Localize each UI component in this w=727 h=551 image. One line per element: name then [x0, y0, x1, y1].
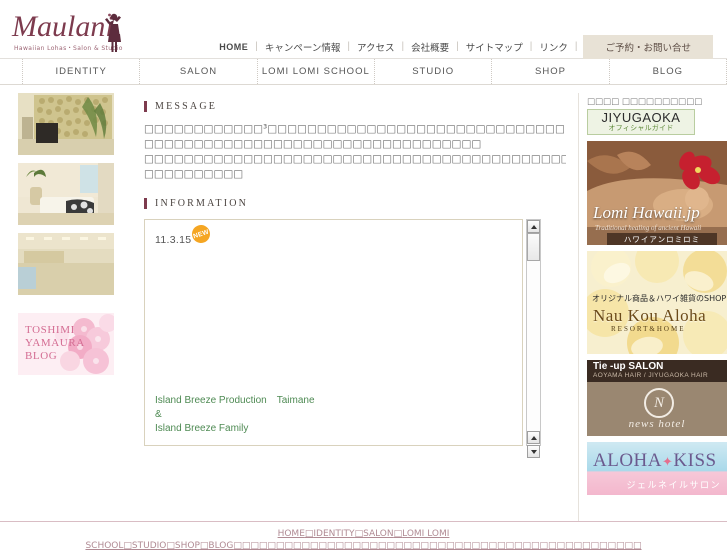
aloha-kiss-title: ALOHA✦KISS — [593, 450, 717, 472]
nau-kou-aloha-subtitle: RESORT&HOME — [611, 325, 686, 333]
blog-banner-line2: YAMAURA — [25, 337, 85, 349]
footer-separator: □ — [354, 529, 364, 539]
treatment-room-photo[interactable] — [18, 163, 114, 225]
aloha-kiss-title-b: KISS — [673, 450, 717, 471]
information-box: 11.3.15 NEW Island Breeze Production Tai… — [144, 219, 523, 446]
topnav-separator: | — [574, 41, 578, 52]
message-line: □□□□□□□□□□□□□□□□□□□□□□□□□□□□□□□□□□□□□□□□… — [144, 153, 566, 165]
jiyugaoka-subtitle: オフィシャルガイド — [608, 124, 674, 132]
blog-banner-text: TOSHIMI YAMAURA BLOG — [25, 324, 85, 363]
information-scrollbar[interactable] — [526, 219, 541, 446]
topnav-item-sitemap[interactable]: サイトマップ — [459, 40, 530, 54]
nau-kou-aloha-shop-banner[interactable]: オリジナル商品＆ハワイ雑貨のSHOP Nau Kou Aloha RESORT&… — [587, 251, 727, 354]
information-heading: INFORMATION — [144, 198, 566, 209]
hula-dancer-icon — [105, 13, 121, 52]
tie-up-salon-news-hotel-banner[interactable]: Tie -up SALON AOYAMA HAIR / JIYUGAOKA HA… — [587, 360, 727, 436]
news-hotel-brand: news hotel — [628, 418, 686, 430]
aloha-kiss-diamond-icon: ✦ — [662, 454, 674, 469]
footer-link-shop[interactable]: SHOP — [175, 541, 200, 551]
footer-separator: □ — [166, 541, 175, 551]
news-hotel-mark-icon: N — [644, 388, 674, 418]
new-badge: NEW — [189, 222, 213, 246]
right-sidebar: □□□□ □□□□□□□□□□ JIYUGAOKA オフィシャルガイド Lomi… — [579, 93, 727, 525]
message-line: □□□□□□□□□□□□□□□□□□□□□□□□□□□□□□□□□□ — [144, 138, 482, 150]
topnav-item-access[interactable]: アクセス — [350, 40, 402, 54]
footer-tail-text: □□□□□□□□□□□□□□□□□□□□□□□□□□□□□□□□□□□□□□□□… — [233, 541, 642, 551]
scroll-down-arrow-icon[interactable] — [527, 445, 540, 458]
footer-separator: □ — [393, 529, 403, 539]
toshimi-yamaura-blog-banner[interactable]: TOSHIMI YAMAURA BLOG — [18, 313, 114, 375]
tie-up-subtitle: AOYAMA HAIR / JIYUGAOKA HAIR — [593, 372, 709, 379]
secondary-scroll-arrows[interactable] — [527, 431, 542, 459]
nav-item-studio[interactable]: STUDIO — [373, 59, 491, 84]
site-footer: HOME□IDENTITY□SALON□LOMI LOMI SCHOOL□STU… — [0, 521, 727, 551]
nav-item-lomi-lomi-school[interactable]: LOMI LOMI SCHOOL — [256, 59, 374, 84]
information-body-line: & — [155, 409, 162, 420]
lomi-hawaii-subtitle: Traditional healing of ancient Hawaii — [595, 224, 702, 232]
lomi-hawaii-strip: ハワイアンロミロミ — [607, 233, 717, 245]
aloha-kiss-title-a: ALOHA — [593, 450, 662, 471]
main-content: MESSAGE □□□□□□□□□□□□³□□□□□□□□□□□□□□□□□□□… — [130, 93, 579, 525]
jiyugaoka-title: JIYUGAOKA — [601, 110, 681, 125]
lomi-hawaii-title: Lomi Hawaii.jp — [593, 203, 700, 222]
footer-separator: □ — [123, 541, 132, 551]
blog-banner-line1: TOSHIMI — [25, 324, 75, 336]
main-navigation: IDENTITY SALON LOMI LOMI SCHOOL STUDIO S… — [0, 59, 727, 85]
left-sidebar: TOSHIMI YAMAURA BLOG — [0, 93, 130, 525]
footer-link-studio[interactable]: STUDIO — [132, 541, 166, 551]
footer-link-identity[interactable]: IDENTITY — [313, 529, 354, 539]
nav-item-identity[interactable]: IDENTITY — [22, 59, 139, 84]
scroll-up-arrow-icon[interactable] — [527, 431, 540, 444]
blog-banner-line3: BLOG — [25, 350, 58, 362]
information-date: 11.3.15 — [155, 234, 192, 246]
message-line: □□□□□□□□□□ — [144, 168, 244, 180]
page-body: TOSHIMI YAMAURA BLOG MESSAGE □□□□□□□□□□□… — [0, 85, 727, 525]
tie-up-caption: Tie -up SALON AOYAMA HAIR / JIYUGAOKA HA… — [587, 360, 727, 382]
scrollbar-up-arrow-icon[interactable] — [527, 220, 540, 233]
information-body-line: Island Breeze Production Taimane — [155, 395, 315, 406]
salon-entrance-stone-wall-photo[interactable] — [18, 93, 114, 155]
right-sidebar-heading: □□□□ □□□□□□□□□□ — [587, 97, 703, 107]
site-header: Maulani Hawaiian Lohas・Salon & Studio HO… — [0, 0, 727, 59]
tie-up-title: Tie -up SALON — [593, 361, 664, 372]
site-logo[interactable]: Maulani Hawaiian Lohas・Salon & Studio — [8, 6, 128, 54]
topnav-item-campaign[interactable]: キャンペーン情報 — [258, 40, 348, 54]
footer-link-salon[interactable]: SALON — [363, 529, 394, 539]
nau-kou-aloha-brand: Nau Kou Aloha — [593, 306, 707, 325]
message-body: □□□□□□□□□□□□³□□□□□□□□□□□□□□□□□□□□□□□□□□□… — [144, 122, 566, 182]
message-line: □□□□□□□□□□□□³□□□□□□□□□□□□□□□□□□□□□□□□□□□… — [144, 123, 565, 135]
studio-interior-photo[interactable] — [18, 233, 114, 295]
reservation-inquiry-button[interactable]: ご予約・お問い合せ — [583, 34, 713, 59]
topnav-item-home[interactable]: HOME — [212, 42, 255, 52]
information-panel: 11.3.15 NEW Island Breeze Production Tai… — [144, 219, 566, 458]
message-heading: MESSAGE — [144, 101, 566, 112]
topnav-item-company[interactable]: 会社概要 — [404, 40, 456, 54]
scrollbar-thumb[interactable] — [527, 233, 540, 261]
lomi-hawaii-jp-banner[interactable]: Lomi Hawaii.jp Traditional healing of an… — [587, 141, 727, 245]
information-body: Island Breeze Production Taimane & Islan… — [155, 394, 315, 436]
footer-link-home[interactable]: HOME — [278, 529, 305, 539]
logo-wordmark: Maulani — [12, 10, 114, 43]
jiyugaoka-official-guide-banner[interactable]: JIYUGAOKA オフィシャルガイド — [587, 109, 695, 135]
nau-kou-aloha-tagline: オリジナル商品＆ハワイ雑貨のSHOP — [592, 294, 727, 303]
aloha-kiss-subtitle: ジェルネイルサロン — [626, 481, 721, 491]
information-body-line: Island Breeze Family — [155, 423, 249, 434]
aloha-kiss-nail-salon-banner[interactable]: ALOHA✦KISS ジェルネイルサロン — [587, 442, 727, 495]
nav-item-blog[interactable]: BLOG — [608, 59, 727, 84]
top-navigation: HOME | キャンペーン情報 | アクセス | 会社概要 | サイトマップ |… — [212, 34, 713, 59]
topnav-item-link[interactable]: リンク — [532, 40, 575, 54]
footer-link-blog[interactable]: BLOG — [208, 541, 233, 551]
nav-item-salon[interactable]: SALON — [139, 59, 256, 84]
nav-item-shop[interactable]: SHOP — [491, 59, 608, 84]
